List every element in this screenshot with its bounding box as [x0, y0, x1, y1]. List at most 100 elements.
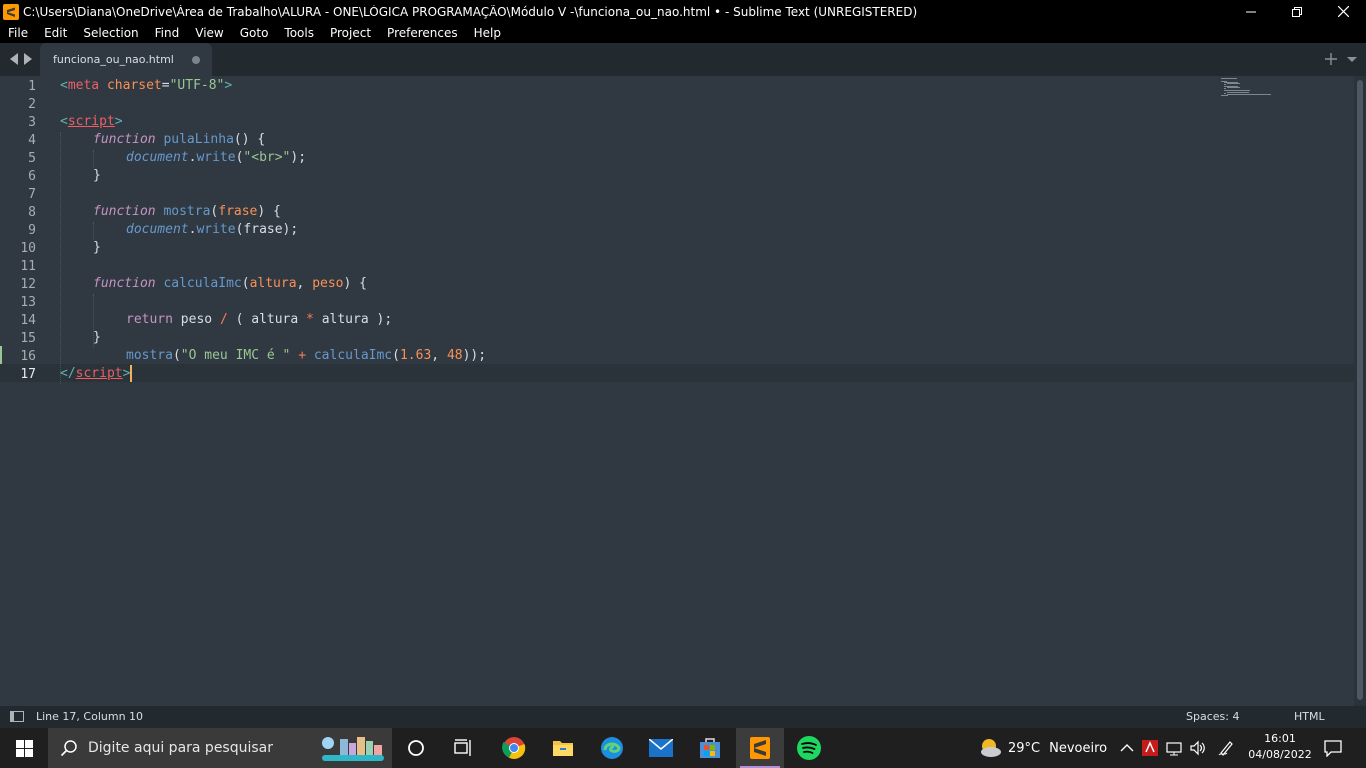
code-line: mostra("O meu IMC é " + calculaImc(1.63,… — [126, 348, 487, 363]
cortana-icon — [408, 740, 424, 756]
code-line: <meta charset="UTF-8"> — [60, 78, 233, 93]
weather-partly-cloudy-icon — [981, 739, 1001, 757]
editor-area[interactable]: 1 2 3 4 5 6 7 8 9 10 11 12 13 14 15 16 1… — [0, 76, 1354, 706]
restore-icon — [1292, 6, 1302, 17]
menu-selection[interactable]: Selection — [75, 23, 146, 43]
code-line: document.write("<br>"); — [126, 150, 307, 165]
line-number: 2 — [28, 97, 36, 112]
sublime-text-button[interactable] — [736, 728, 784, 768]
file-explorer-button[interactable] — [539, 728, 587, 768]
line-number: 4 — [28, 133, 36, 148]
search-highlight-illustration-icon — [316, 733, 388, 763]
code-line: function mostra(frase) { — [93, 204, 281, 219]
pen-icon[interactable] — [1218, 740, 1234, 756]
menu-bar: File Edit Selection Find View Goto Tools… — [0, 23, 1366, 43]
network-icon[interactable] — [1166, 740, 1182, 756]
code-line: } — [93, 168, 101, 183]
code-line-active: </script> — [60, 365, 133, 382]
plus-icon[interactable] — [1324, 52, 1338, 66]
menu-find[interactable]: Find — [147, 23, 188, 43]
indentation-setting[interactable]: Spaces: 4 — [1186, 710, 1239, 723]
windows-logo-icon — [15, 739, 33, 757]
edge-button[interactable] — [588, 728, 636, 768]
panel-toggle-icon[interactable] — [10, 711, 24, 722]
minimize-button[interactable] — [1228, 0, 1274, 23]
adobe-tray-icon[interactable] — [1142, 740, 1158, 756]
cortana-button[interactable] — [392, 728, 440, 768]
chevron-up-icon[interactable] — [1119, 740, 1135, 756]
clock-date: 04/08/2022 — [1248, 748, 1312, 761]
line-number: 6 — [28, 169, 36, 184]
weather-temperature: 29°C — [1008, 740, 1041, 756]
spotify-button[interactable] — [785, 728, 833, 768]
line-number: 10 — [20, 241, 36, 256]
line-number: 11 — [20, 259, 36, 274]
restore-button[interactable] — [1274, 0, 1320, 23]
indent-guide — [93, 222, 94, 240]
task-view-button[interactable] — [440, 728, 488, 768]
syntax-selector[interactable]: HTML — [1294, 710, 1325, 723]
vertical-scrollbar[interactable] — [1354, 76, 1366, 706]
taskbar-search[interactable]: Digite aqui para pesquisar — [48, 728, 392, 768]
close-button[interactable] — [1320, 0, 1366, 23]
line-number: 9 — [28, 223, 36, 238]
chrome-button[interactable] — [490, 728, 538, 768]
line-number: 13 — [20, 295, 36, 310]
text-cursor — [130, 365, 133, 382]
line-number: 8 — [28, 205, 36, 220]
spotify-icon — [797, 736, 821, 760]
taskbar: Digite aqui para pesquisar 29°C Nevoeiro… — [0, 728, 1366, 768]
scrollbar-thumb[interactable] — [1357, 80, 1363, 700]
code-line: function calculaImc(altura, peso) { — [93, 276, 367, 291]
line-number: 5 — [28, 151, 36, 166]
volume-icon[interactable] — [1190, 740, 1206, 756]
active-line-highlight — [0, 364, 1354, 382]
notification-icon[interactable] — [1324, 739, 1342, 757]
weather-widget[interactable]: 29°C Nevoeiro — [978, 728, 1107, 768]
sublime-text-icon — [750, 737, 770, 759]
start-button[interactable] — [0, 728, 48, 768]
line-number: 15 — [20, 331, 36, 346]
indent-guide — [93, 150, 94, 168]
nav-back-icon[interactable] — [9, 53, 19, 65]
store-icon — [700, 738, 720, 758]
unsaved-dot-icon[interactable] — [192, 56, 200, 64]
tab-bar: funciona_ou_nao.html — [0, 43, 1366, 76]
task-view-icon — [454, 739, 471, 756]
chevron-down-icon[interactable] — [1345, 52, 1359, 66]
menu-edit[interactable]: Edit — [36, 23, 75, 43]
code-line: function pulaLinha() { — [93, 132, 266, 147]
window-title: C:\Users\Diana\OneDrive\Área de Trabalho… — [23, 4, 918, 19]
sublime-text-icon — [3, 3, 19, 20]
mail-button[interactable] — [637, 728, 685, 768]
system-clock[interactable]: 16:01 04/08/2022 — [1244, 731, 1316, 763]
menu-preferences[interactable]: Preferences — [379, 23, 466, 43]
search-icon — [60, 740, 77, 757]
minimize-icon — [1246, 11, 1256, 12]
close-icon — [1337, 6, 1349, 17]
menu-tools[interactable]: Tools — [276, 23, 322, 43]
line-number: 14 — [20, 313, 36, 328]
mail-icon — [649, 739, 673, 757]
status-bar: Line 17, Column 10 Spaces: 4 HTML — [0, 706, 1366, 728]
tab-funciona-ou-nao[interactable]: funciona_ou_nao.html — [40, 43, 212, 76]
nav-forward-icon[interactable] — [23, 53, 33, 65]
code-line: } — [93, 330, 101, 345]
menu-help[interactable]: Help — [466, 23, 509, 43]
tab-label: funciona_ou_nao.html — [53, 53, 174, 66]
cursor-position[interactable]: Line 17, Column 10 — [36, 710, 143, 723]
code-line: <script> — [60, 114, 123, 129]
menu-view[interactable]: View — [187, 23, 231, 43]
weather-condition: Nevoeiro — [1049, 740, 1108, 756]
menu-project[interactable]: Project — [322, 23, 379, 43]
code-line: return peso / ( altura * altura ); — [126, 312, 393, 327]
chrome-icon — [502, 737, 526, 759]
minimap[interactable] — [1220, 78, 1280, 118]
edge-icon — [601, 737, 623, 759]
menu-goto[interactable]: Goto — [232, 23, 277, 43]
store-button[interactable] — [686, 728, 734, 768]
code-line: document.write(frase); — [126, 222, 299, 237]
menu-file[interactable]: File — [0, 23, 36, 43]
clock-time: 16:01 — [1264, 732, 1296, 745]
line-number: 1 — [28, 79, 36, 94]
